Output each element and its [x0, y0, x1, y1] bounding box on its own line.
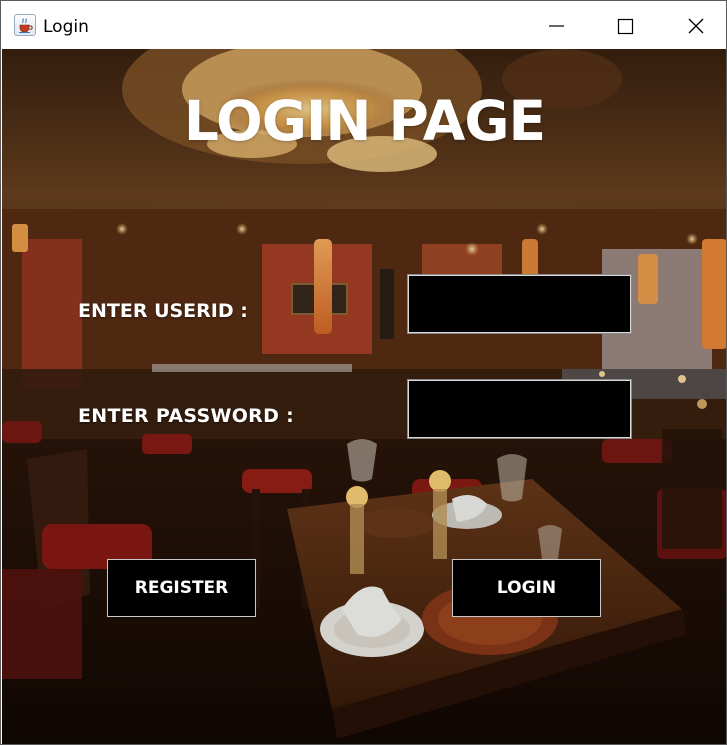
minimize-icon — [549, 25, 564, 27]
maximize-button[interactable] — [591, 1, 661, 49]
page-title: LOGIN PAGE — [183, 89, 546, 153]
window-title: Login — [43, 17, 89, 37]
login-window: Login LOGIN PAGE ENTER USERID: ENTER PA… — [0, 0, 727, 745]
title-bar[interactable]: Login — [1, 1, 726, 49]
close-icon — [688, 18, 704, 34]
close-button[interactable] — [658, 1, 726, 49]
userid-label: ENTER USERID : — [78, 300, 248, 322]
userid-input[interactable] — [407, 274, 632, 334]
register-button[interactable]: REGISTER — [107, 559, 256, 617]
minimize-button[interactable] — [521, 1, 591, 49]
login-button[interactable]: LOGIN — [452, 559, 601, 617]
password-input[interactable] — [407, 379, 632, 439]
maximize-icon — [617, 18, 634, 35]
login-panel: LOGIN PAGE ENTER USERID : ENTER PASSWORD… — [2, 49, 726, 744]
password-label: ENTER PASSWORD : — [78, 405, 294, 427]
java-cup-icon — [14, 14, 36, 36]
